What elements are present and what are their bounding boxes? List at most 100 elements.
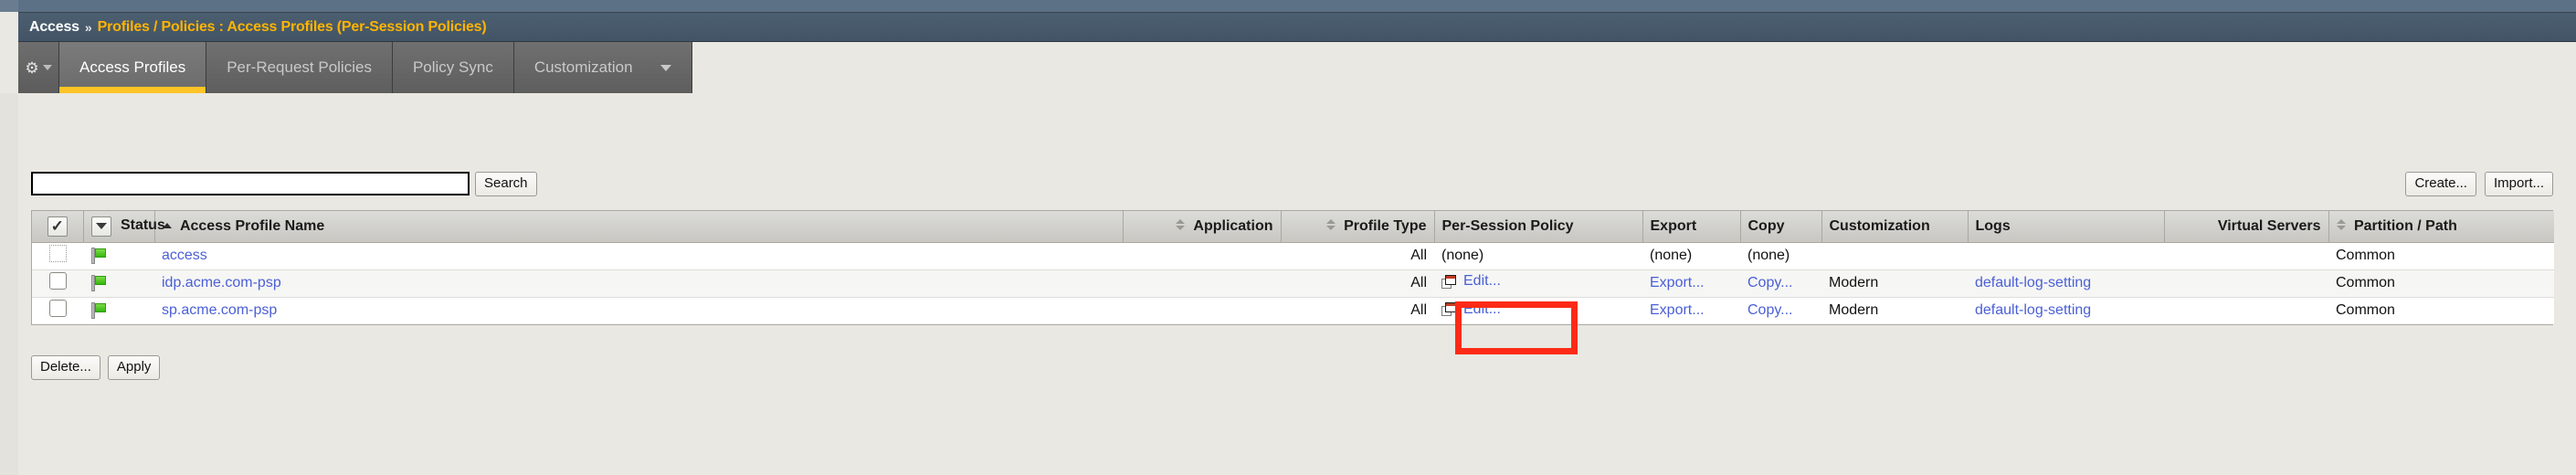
row-status-cell (83, 297, 154, 324)
tab-settings-menu[interactable]: ⚙ (18, 42, 59, 93)
row-name-cell: sp.acme.com-psp (154, 297, 1123, 324)
access-profiles-table: ✓ Status Access Profile Name Application (32, 211, 2554, 324)
row-checkbox[interactable] (48, 300, 67, 318)
column-header-customization[interactable]: Customization (1821, 211, 1969, 243)
column-header-copy[interactable]: Copy (1740, 211, 1822, 243)
log-setting-link[interactable]: default-log-setting (1975, 275, 2091, 290)
column-header-partition-path[interactable]: Partition / Path (2328, 211, 2554, 243)
column-header-label: Profile Type (1344, 217, 1427, 234)
tab-label: Access Profiles (79, 58, 186, 76)
main-content: Search Create... Import... ✓ Status Acce… (0, 93, 2576, 475)
tab-policy-sync[interactable]: Policy Sync (392, 42, 514, 93)
row-select-cell[interactable] (32, 297, 83, 324)
row-per-session-policy-cell: (none) (1434, 242, 1642, 270)
row-partition-cell: Common (2328, 297, 2554, 324)
column-header-select-all[interactable]: ✓ (32, 211, 84, 243)
access-profile-link[interactable]: access (162, 248, 207, 263)
row-copy-cell: (none) (1740, 242, 1821, 270)
row-customization-cell: Modern (1821, 297, 1968, 324)
breadcrumb-root[interactable]: Access (29, 19, 79, 36)
row-profile-type-cell: All (1281, 242, 1434, 270)
tab-label: Per-Request Policies (227, 58, 372, 76)
row-status-cell (83, 242, 154, 270)
content-left-gutter (0, 93, 18, 475)
column-header-label: Customization (1829, 217, 1930, 234)
create-button[interactable]: Create... (2405, 172, 2476, 196)
column-header-label: Logs (1975, 217, 2011, 234)
gear-icon: ⚙ (25, 58, 39, 77)
check-icon[interactable]: ✓ (47, 216, 68, 237)
export-link[interactable]: Export... (1650, 302, 1705, 318)
chevron-down-icon (660, 64, 671, 71)
row-name-cell: idp.acme.com-psp (154, 269, 1123, 298)
column-header-application[interactable]: Application (1123, 211, 1282, 243)
export-link[interactable]: Export... (1650, 275, 1705, 290)
import-button[interactable]: Import... (2484, 172, 2553, 196)
table-footer-actions: Delete... Apply (31, 355, 161, 380)
window-left-gutter (0, 0, 18, 12)
access-profile-link[interactable]: sp.acme.com-psp (162, 302, 277, 318)
column-header-label: Status (120, 217, 165, 234)
row-checkbox-disabled-icon (48, 245, 67, 262)
column-header-label: Access Profile Name (179, 217, 325, 234)
row-logs-cell: default-log-setting (1968, 297, 2164, 324)
green-flag-icon (90, 302, 108, 320)
edit-per-session-policy-link[interactable]: Edit... (1463, 301, 1501, 318)
search-button[interactable]: Search (475, 172, 537, 196)
policy-window-icon (1441, 302, 1456, 316)
tab-label: Customization (533, 58, 633, 76)
access-profile-link[interactable]: idp.acme.com-psp (162, 275, 281, 290)
table-toolbar-right: Create... Import... (2405, 172, 2553, 196)
breadcrumb-current-path: Profiles / Policies : Access Profiles (P… (97, 18, 487, 35)
row-logs-cell (1968, 242, 2164, 270)
edit-per-session-policy-link[interactable]: Edit... (1463, 273, 1501, 290)
table-row[interactable]: access All (none) (none) (none) Common (32, 242, 2554, 270)
row-per-session-policy-cell: Edit... (1434, 269, 1642, 298)
column-header-export[interactable]: Export (1642, 211, 1741, 243)
table-header-row: ✓ Status Access Profile Name Application (32, 211, 2554, 243)
table-row[interactable]: sp.acme.com-psp All Edit... Export... Co… (32, 297, 2554, 324)
row-per-session-policy-cell: Edit... (1434, 297, 1642, 324)
tab-bar: ⚙ Access Profiles Per-Request Policies P… (18, 42, 692, 93)
policy-window-icon (1441, 274, 1456, 289)
row-virtual-servers-cell (2164, 297, 2328, 324)
chevron-down-icon[interactable] (90, 216, 111, 237)
row-select-cell[interactable] (32, 242, 83, 270)
tab-per-request-policies[interactable]: Per-Request Policies (206, 42, 393, 93)
copy-link[interactable]: Copy... (1747, 275, 1793, 290)
row-virtual-servers-cell (2164, 242, 2328, 270)
column-header-per-session-policy[interactable]: Per-Session Policy (1434, 211, 1643, 243)
green-flag-icon (90, 274, 108, 291)
column-header-label: Export (1650, 217, 1697, 234)
row-status-cell (83, 269, 154, 298)
log-setting-link[interactable]: default-log-setting (1975, 302, 2091, 318)
row-partition-cell: Common (2328, 269, 2554, 298)
row-partition-cell: Common (2328, 242, 2554, 270)
column-header-profile-type[interactable]: Profile Type (1281, 211, 1435, 243)
row-application-cell (1123, 297, 1281, 324)
green-flag-icon (90, 247, 108, 264)
column-header-virtual-servers[interactable]: Virtual Servers (2164, 211, 2329, 243)
tab-access-profiles[interactable]: Access Profiles (59, 42, 207, 93)
table-row[interactable]: idp.acme.com-psp All Edit... Export... C… (32, 269, 2554, 298)
row-application-cell (1123, 269, 1281, 298)
row-checkbox[interactable] (48, 272, 67, 290)
column-header-label: Virtual Servers (2217, 217, 2321, 234)
row-virtual-servers-cell (2164, 269, 2328, 298)
column-header-label: Application (1193, 217, 1273, 234)
row-export-cell: Export... (1642, 297, 1740, 324)
access-profiles-table-container: ✓ Status Access Profile Name Application (31, 210, 2554, 325)
apply-button[interactable]: Apply (107, 355, 161, 380)
copy-link[interactable]: Copy... (1747, 302, 1793, 318)
tab-customization[interactable]: Customization (513, 42, 692, 93)
row-select-cell[interactable] (32, 269, 83, 298)
row-profile-type-cell: All (1281, 269, 1434, 298)
column-header-status[interactable]: Status (83, 211, 165, 243)
row-profile-type-cell: All (1281, 297, 1434, 324)
column-header-label: Copy (1747, 217, 1785, 234)
column-header-access-profile-name[interactable]: Access Profile Name (154, 211, 1124, 243)
delete-button[interactable]: Delete... (31, 355, 100, 380)
column-header-logs[interactable]: Logs (1968, 211, 2165, 243)
search-input[interactable] (31, 172, 470, 196)
row-customization-cell: Modern (1821, 269, 1968, 298)
